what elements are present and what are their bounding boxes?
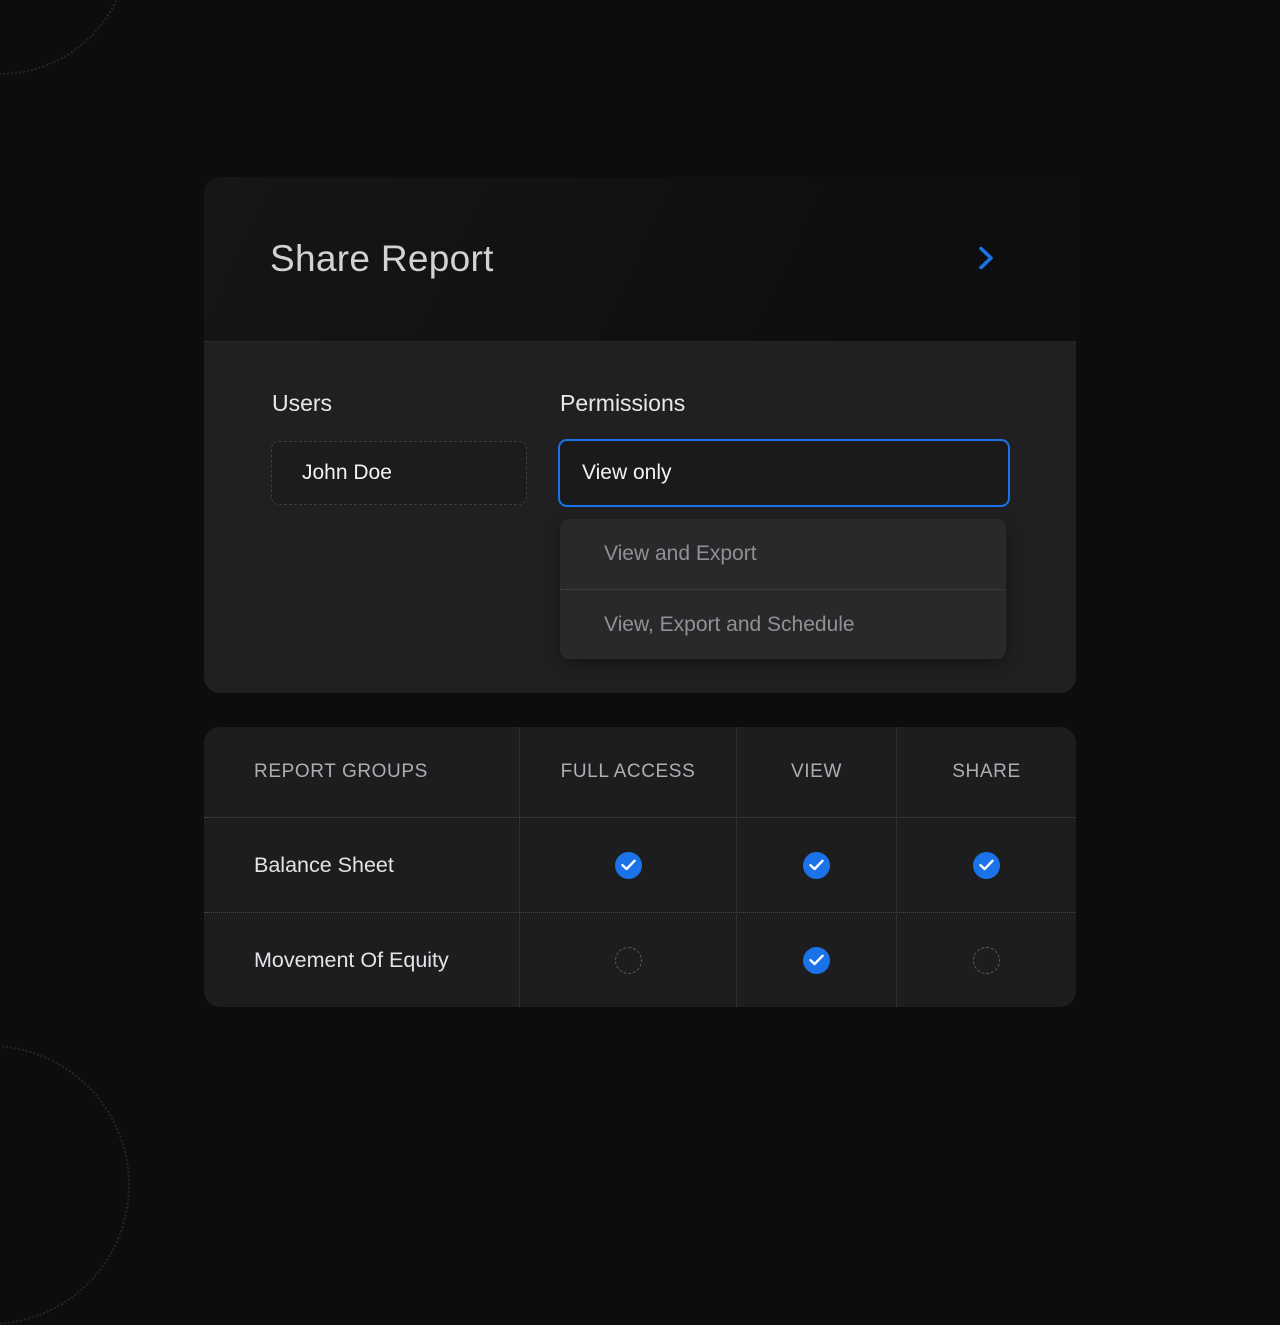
report-groups-table: REPORT GROUPS FULL ACCESS VIEW SHARE Bal… xyxy=(204,727,1076,1007)
report-group-label: Movement Of Equity xyxy=(204,913,519,1007)
share-checkbox[interactable] xyxy=(973,852,1000,879)
decorative-arc-bottom-left xyxy=(0,1045,130,1325)
chevron-right-icon xyxy=(973,245,999,274)
users-label: Users xyxy=(272,390,332,417)
permissions-select[interactable]: View only xyxy=(558,439,1010,507)
dropdown-option-view-export-schedule[interactable]: View, Export and Schedule xyxy=(560,589,1006,659)
table-cell xyxy=(736,818,896,912)
share-checkbox[interactable] xyxy=(973,947,1000,974)
decorative-arc-top-left xyxy=(0,0,130,75)
permissions-label: Permissions xyxy=(560,390,685,417)
table-cell xyxy=(896,818,1076,912)
users-input[interactable]: John Doe xyxy=(271,441,527,505)
permissions-dropdown: View and Export View, Export and Schedul… xyxy=(560,519,1006,659)
table-header-row: REPORT GROUPS FULL ACCESS VIEW SHARE xyxy=(204,727,1076,817)
table-cell xyxy=(519,818,736,912)
view-checkbox[interactable] xyxy=(803,852,830,879)
column-header-full-access: FULL ACCESS xyxy=(519,727,736,817)
view-checkbox[interactable] xyxy=(803,947,830,974)
share-report-body: Users Permissions John Doe View only Vie… xyxy=(204,342,1076,693)
share-report-header: Share Report xyxy=(204,177,1076,342)
full-access-checkbox[interactable] xyxy=(615,852,642,879)
dropdown-option-view-and-export[interactable]: View and Export xyxy=(560,519,1006,589)
permissions-selected-value: View only xyxy=(582,461,672,485)
expand-button[interactable] xyxy=(968,241,1004,277)
column-header-report-groups: REPORT GROUPS xyxy=(204,727,519,817)
table-cell xyxy=(896,913,1076,1007)
share-report-card: Share Report Users Permissions John Doe … xyxy=(204,177,1076,693)
table-row: Balance Sheet xyxy=(204,817,1076,912)
page-title: Share Report xyxy=(270,238,494,280)
column-header-view: VIEW xyxy=(736,727,896,817)
table-cell xyxy=(736,913,896,1007)
users-input-value: John Doe xyxy=(302,461,392,485)
table-row: Movement Of Equity xyxy=(204,912,1076,1007)
full-access-checkbox[interactable] xyxy=(615,947,642,974)
table-cell xyxy=(519,913,736,1007)
report-group-label: Balance Sheet xyxy=(204,818,519,912)
column-header-share: SHARE xyxy=(896,727,1076,817)
